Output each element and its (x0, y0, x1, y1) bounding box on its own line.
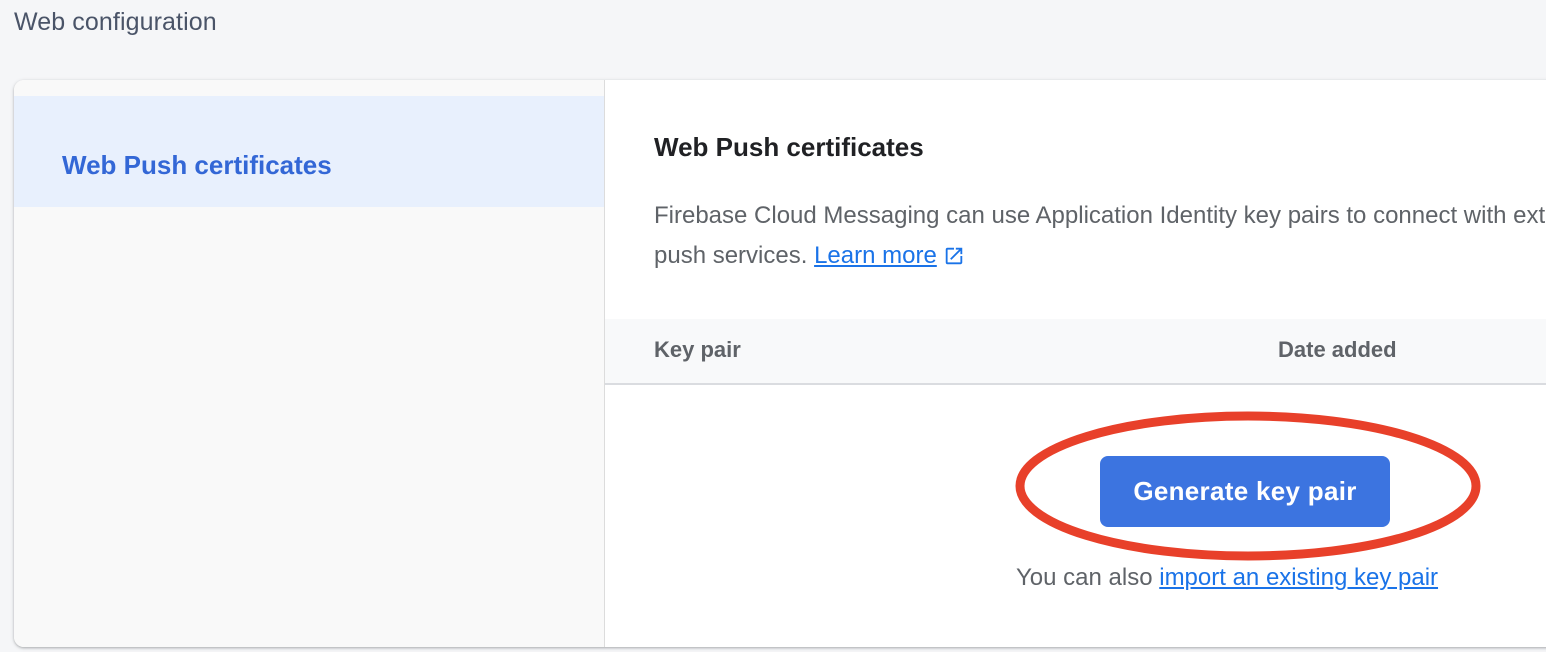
panel-title: Web Push certificates (654, 132, 924, 162)
import-prefix: You can also (1016, 564, 1160, 591)
sidebar-item-label: Web Push certificates (62, 150, 332, 180)
table-header: Key pair Date added (605, 319, 1546, 385)
description-body: Firebase Cloud Messaging can use Applica… (654, 202, 1546, 269)
learn-more-link[interactable]: Learn more (814, 242, 965, 269)
external-link-icon (943, 240, 965, 280)
page-section-title: Web configuration (14, 8, 217, 36)
generate-key-pair-button[interactable]: Generate key pair (1100, 456, 1390, 527)
learn-more-label: Learn more (814, 242, 937, 269)
sidebar-item-web-push-certificates[interactable]: Web Push certificates (14, 96, 604, 207)
description-text: Firebase Cloud Messaging can use Applica… (654, 196, 1546, 280)
sidebar: Web Push certificates (14, 80, 605, 647)
column-header-key-pair: Key pair (654, 337, 741, 362)
import-existing-key-pair-link[interactable]: import an existing key pair (1159, 564, 1438, 591)
main-panel: Web Push certificates Firebase Cloud Mes… (605, 80, 1546, 647)
import-hint: You can also import an existing key pair (1016, 564, 1438, 592)
column-header-date-added: Date added (1278, 337, 1397, 362)
web-config-card: Web Push certificates Web Push certifica… (14, 80, 1546, 647)
